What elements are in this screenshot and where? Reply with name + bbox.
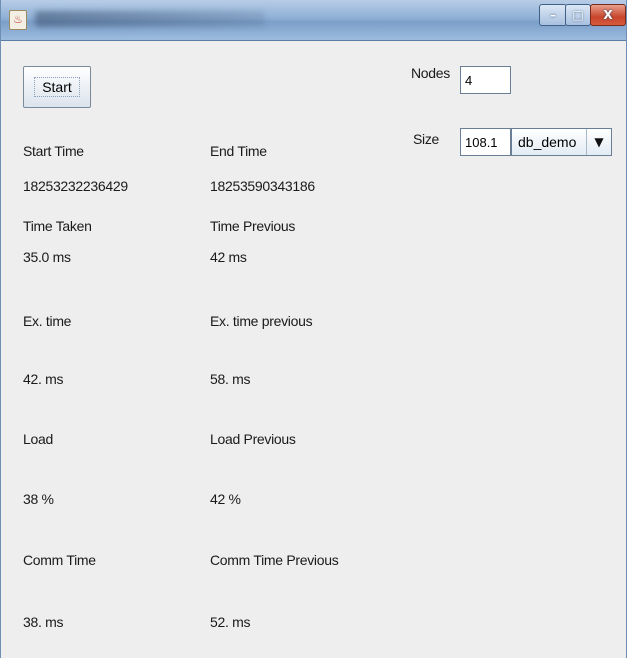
ex-time-previous-value: 58. ms: [210, 371, 251, 387]
ex-time-value: 42. ms: [23, 371, 64, 387]
comm-time-previous-label: Comm Time Previous: [210, 552, 339, 568]
database-select-value: db_demo: [518, 134, 577, 150]
end-time-value: 18253590343186: [210, 178, 315, 194]
start-button[interactable]: Start: [23, 66, 91, 108]
end-time-label: End Time: [210, 143, 267, 159]
maximize-icon[interactable]: □: [565, 4, 591, 26]
load-label: Load: [23, 431, 53, 447]
start-button-label: Start: [42, 79, 72, 95]
app-window: ♨ – □ X Start Nodes Size db_demo ▼ Start…: [0, 0, 627, 658]
nodes-label: Nodes: [411, 65, 450, 81]
size-label: Size: [413, 131, 440, 147]
comm-time-value: 38. ms: [23, 614, 64, 630]
minimize-icon[interactable]: –: [539, 4, 567, 26]
ex-time-previous-label: Ex. time previous: [210, 313, 313, 329]
nodes-input[interactable]: [460, 66, 511, 94]
time-previous-label: Time Previous: [210, 218, 296, 234]
comm-time-previous-value: 52. ms: [210, 614, 251, 630]
load-previous-value: 42 %: [210, 491, 241, 507]
time-taken-value: 35.0 ms: [23, 249, 71, 265]
time-taken-label: Time Taken: [23, 218, 92, 234]
time-previous-value: 42 ms: [210, 249, 247, 265]
java-app-icon: ♨: [9, 10, 27, 30]
chevron-down-icon[interactable]: ▼: [586, 129, 611, 155]
close-icon[interactable]: X: [590, 4, 626, 26]
ex-time-label: Ex. time: [23, 313, 72, 329]
comm-time-label: Comm Time: [23, 552, 96, 568]
load-previous-label: Load Previous: [210, 431, 296, 447]
load-value: 38 %: [23, 491, 54, 507]
start-time-value: 18253232236429: [23, 178, 128, 194]
size-input[interactable]: [460, 128, 511, 156]
title-bar[interactable]: ♨ – □ X: [1, 0, 626, 41]
client-area: Start Nodes Size db_demo ▼ Start Time En…: [1, 41, 626, 658]
start-time-label: Start Time: [23, 143, 84, 159]
window-title-blurred: [35, 11, 265, 27]
database-select[interactable]: db_demo ▼: [511, 128, 612, 156]
